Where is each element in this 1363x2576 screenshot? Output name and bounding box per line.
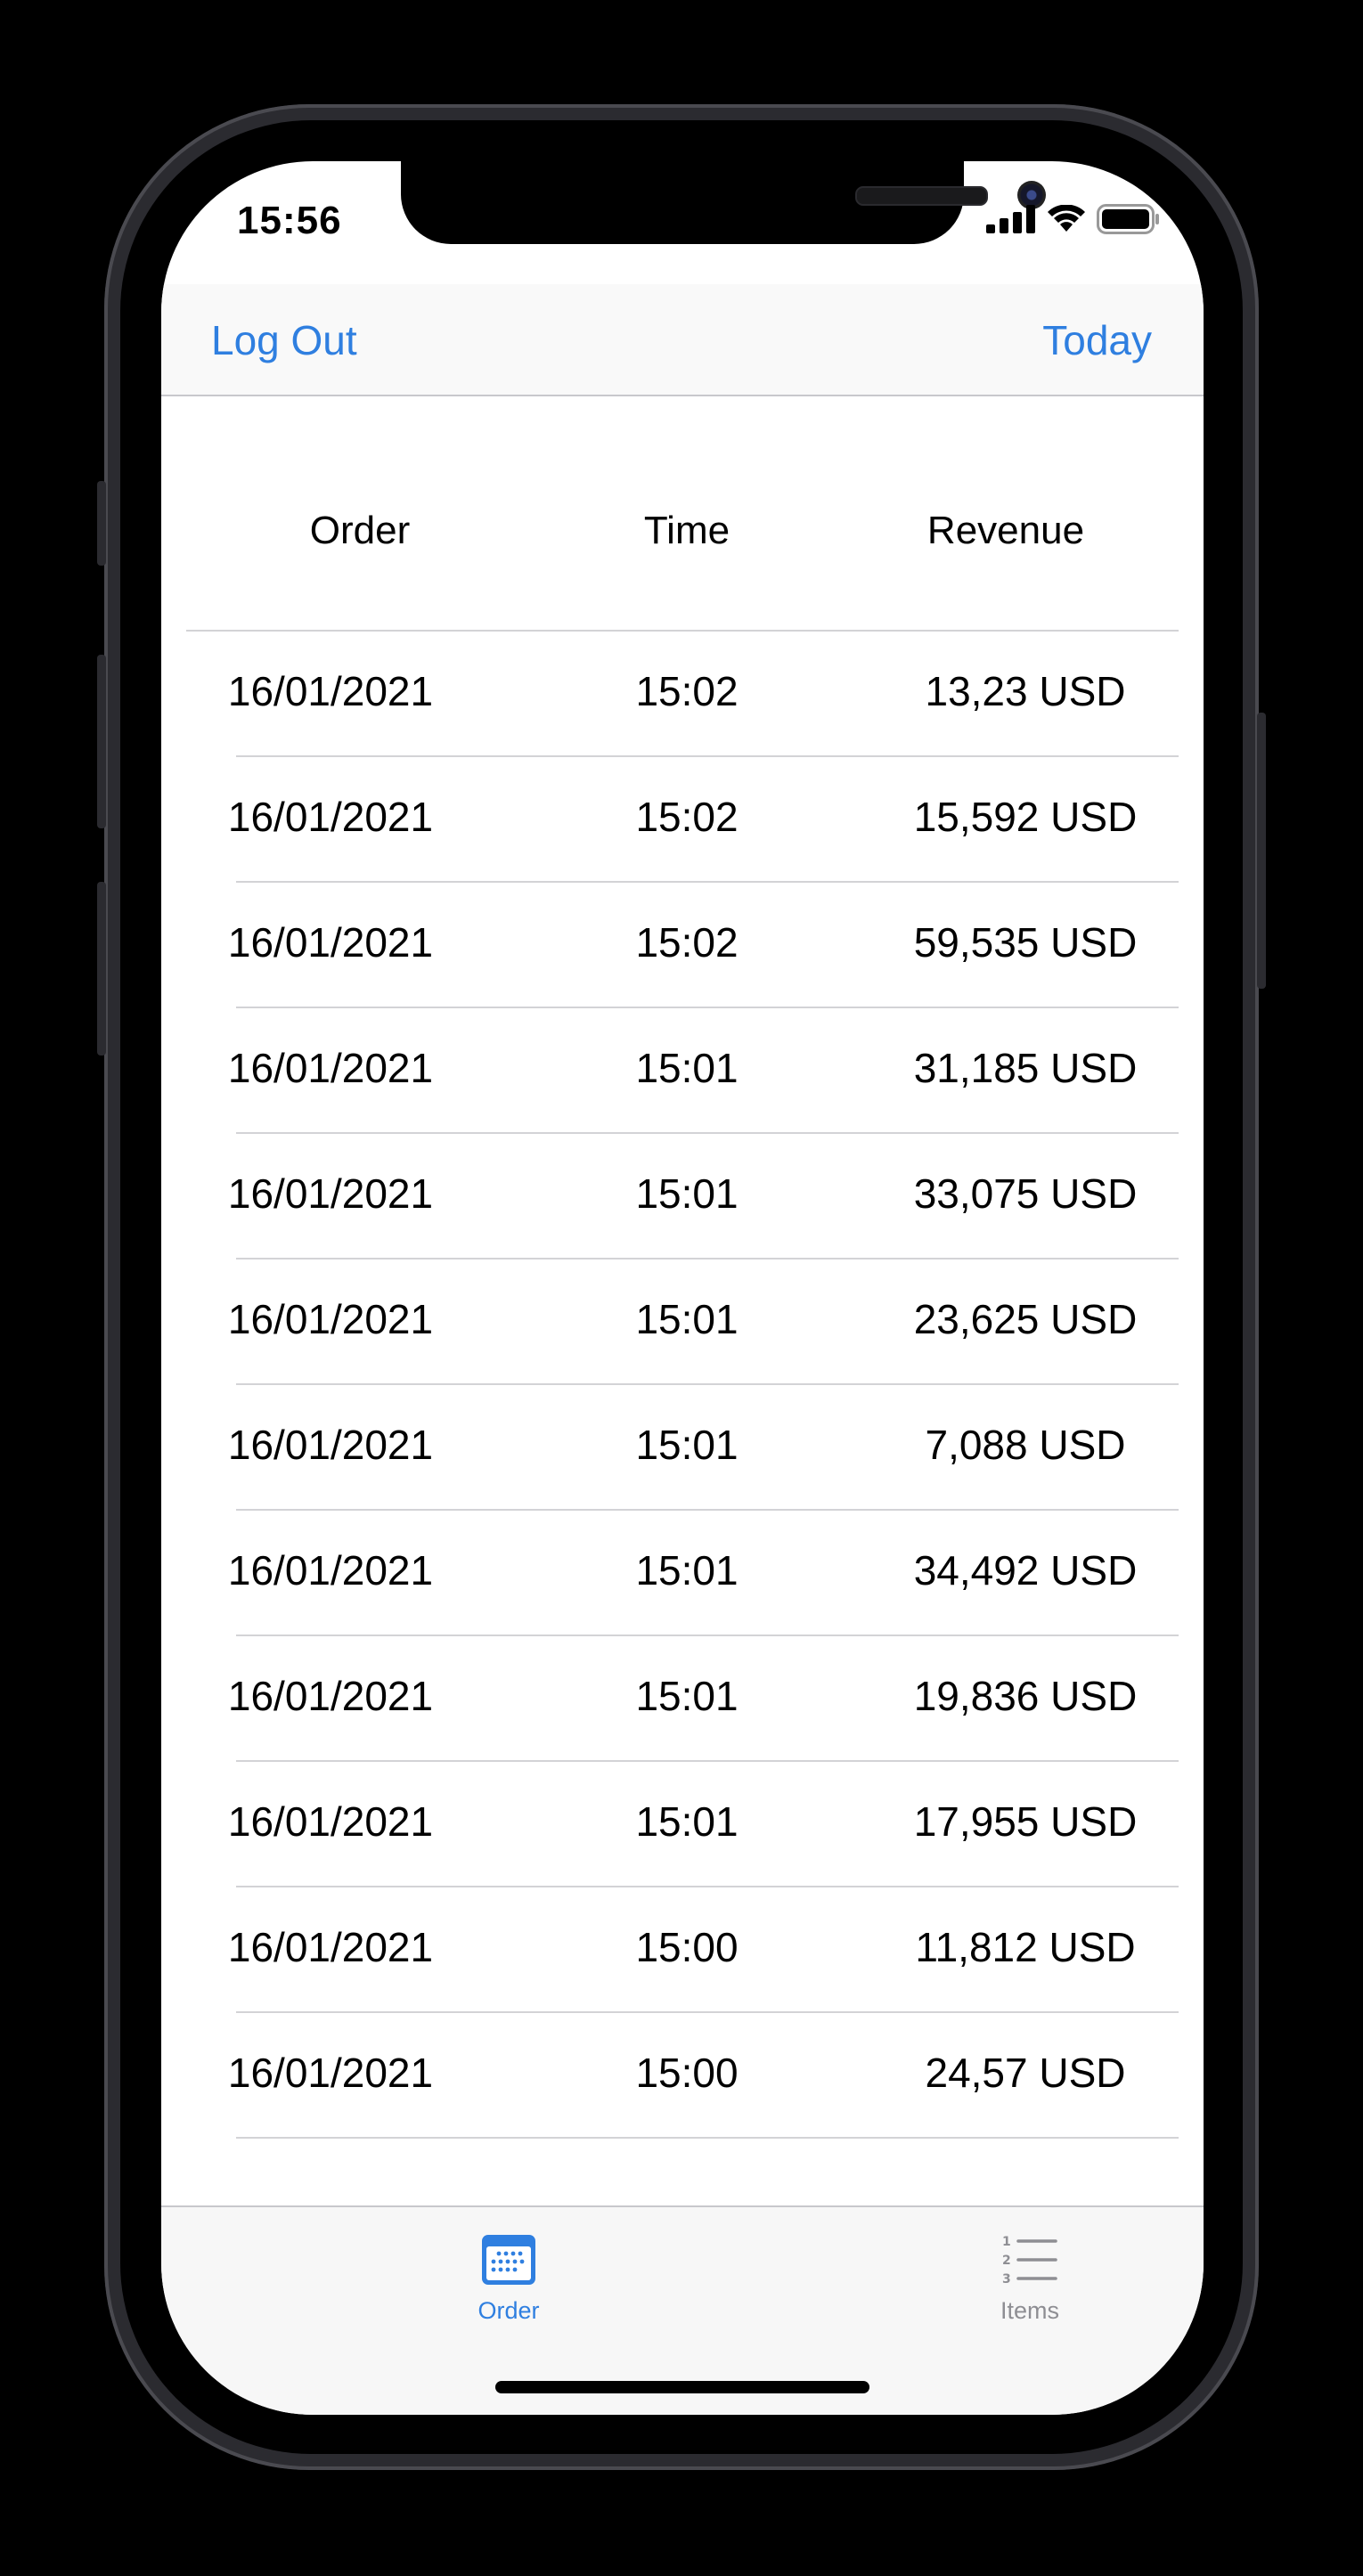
table-row[interactable]: 16/01/2021 15:02 13,23 USD	[161, 632, 1204, 757]
order-date: 16/01/2021	[227, 1924, 434, 1970]
table-row[interactable]: 16/01/2021 15:01 33,075 USD	[161, 1134, 1204, 1259]
order-revenue: 11,812 USD	[915, 1924, 1136, 1970]
order-time: 15:01	[635, 1547, 739, 1594]
order-time: 15:01	[635, 1170, 739, 1217]
table-row[interactable]: 16/01/2021 15:00 24,57 USD	[161, 2013, 1204, 2139]
order-time: 15:01	[635, 1673, 739, 1719]
order-date: 16/01/2021	[227, 1422, 434, 1468]
order-revenue: 34,492 USD	[913, 1547, 1138, 1594]
order-revenue: 33,075 USD	[913, 1170, 1138, 1217]
status-icons	[986, 204, 1161, 234]
order-list: 16/01/2021 15:02 13,23 USD 16/01/2021 15…	[161, 632, 1204, 2139]
table-row[interactable]: 16/01/2021 15:01 17,955 USD	[161, 1762, 1204, 1887]
table-row[interactable]: 16/01/2021 15:01 31,185 USD	[161, 1008, 1204, 1134]
tab-order[interactable]: Order	[420, 2234, 598, 2325]
order-time: 15:01	[635, 1798, 739, 1845]
order-revenue: 31,185 USD	[913, 1045, 1138, 1091]
home-indicator[interactable]	[495, 2381, 869, 2393]
svg-text:1: 1	[1002, 2235, 1011, 2249]
order-date: 16/01/2021	[227, 1798, 434, 1845]
log-out-button[interactable]: Log Out	[211, 316, 357, 364]
order-time: 15:02	[635, 794, 739, 840]
volume-up-button	[97, 655, 106, 828]
order-time: 15:01	[635, 1296, 739, 1342]
navigation-bar: Log Out Today	[161, 284, 1204, 396]
order-revenue: 15,592 USD	[913, 794, 1138, 840]
table-row[interactable]: 16/01/2021 15:00 11,812 USD	[161, 1887, 1204, 2013]
order-time: 15:02	[635, 919, 739, 966]
order-date: 16/01/2021	[227, 668, 434, 714]
numbered-list-icon: 1 2 3	[1002, 2235, 1057, 2287]
power-button	[1257, 713, 1266, 989]
wifi-icon	[1048, 205, 1085, 232]
volume-down-button	[97, 882, 106, 1056]
svg-text:3: 3	[1002, 2272, 1011, 2286]
screen: 15:56 Log Out Today Order Time Revenue 1…	[161, 161, 1204, 2415]
order-revenue: 7,088 USD	[925, 1422, 1126, 1468]
earpiece-speaker	[855, 186, 988, 206]
order-revenue: 24,57 USD	[925, 2050, 1126, 2096]
order-date: 16/01/2021	[227, 2050, 434, 2096]
table-row[interactable]: 16/01/2021 15:02 59,535 USD	[161, 883, 1204, 1008]
tab-order-label: Order	[477, 2297, 540, 2324]
order-date: 16/01/2021	[227, 919, 434, 966]
order-revenue: 59,535 USD	[913, 919, 1138, 966]
order-date: 16/01/2021	[227, 794, 434, 840]
table-row[interactable]: 16/01/2021 15:01 23,625 USD	[161, 1259, 1204, 1385]
table-row[interactable]: 16/01/2021 15:01 19,836 USD	[161, 1636, 1204, 1762]
order-revenue: 19,836 USD	[913, 1673, 1138, 1719]
column-header-time: Time	[643, 509, 730, 552]
table-header: Order Time Revenue	[186, 395, 1179, 632]
order-revenue: 23,625 USD	[913, 1296, 1138, 1342]
cellular-signal-icon	[986, 205, 1035, 233]
order-time: 15:01	[635, 1045, 739, 1091]
order-time: 15:02	[635, 668, 739, 714]
status-time: 15:56	[237, 199, 342, 242]
order-date: 16/01/2021	[227, 1673, 434, 1719]
order-date: 16/01/2021	[227, 1547, 434, 1594]
order-time: 15:00	[635, 2050, 739, 2096]
order-time: 15:00	[635, 1924, 739, 1970]
order-time: 15:01	[635, 1422, 739, 1468]
battery-icon	[1097, 204, 1159, 234]
tab-items[interactable]: 1 2 3 Items	[941, 2234, 1119, 2325]
order-revenue: 13,23 USD	[925, 668, 1126, 714]
table-row[interactable]: 16/01/2021 15:01 7,088 USD	[161, 1385, 1204, 1511]
today-button[interactable]: Today	[1042, 316, 1152, 364]
tab-items-label: Items	[1000, 2297, 1059, 2324]
order-revenue: 17,955 USD	[913, 1798, 1138, 1845]
column-header-order: Order	[309, 509, 411, 552]
silent-switch	[97, 481, 106, 566]
table-row[interactable]: 16/01/2021 15:02 15,592 USD	[161, 757, 1204, 883]
notch	[401, 161, 1046, 244]
table-row[interactable]: 16/01/2021 15:01 34,492 USD	[161, 1511, 1204, 1636]
svg-text:2: 2	[1002, 2254, 1011, 2268]
order-date: 16/01/2021	[227, 1045, 434, 1091]
order-date: 16/01/2021	[227, 1296, 434, 1342]
order-date: 16/01/2021	[227, 1170, 434, 1217]
column-header-revenue: Revenue	[926, 509, 1085, 552]
calendar-icon	[482, 2235, 535, 2285]
